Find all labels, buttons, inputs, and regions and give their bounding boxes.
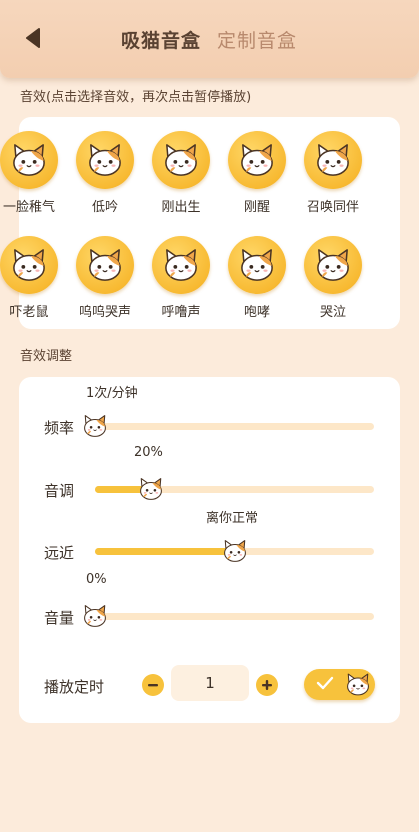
sound-effect-avatar [0, 236, 58, 294]
cat-face-icon [223, 540, 246, 562]
cat-face-icon [317, 144, 349, 176]
frequency-slider[interactable] [84, 415, 374, 437]
sound-effect-avatar [228, 131, 286, 189]
cat-face-icon [241, 249, 273, 281]
sound-effects-title: 音效(点击选择音效，再次点击暂停播放) [20, 90, 252, 105]
volume-value: 0% [86, 572, 107, 587]
sound-effect-avatar [228, 236, 286, 294]
sound-effect-button[interactable]: 刚出生 [143, 131, 219, 215]
sound-effect-button[interactable]: 哭泣 [295, 236, 371, 320]
tab-cat-sound-box[interactable]: 吸猫音盒 [121, 28, 201, 54]
timer-minus-button[interactable] [142, 674, 164, 696]
cat-face-icon [241, 144, 273, 176]
sound-effect-avatar [152, 131, 210, 189]
sound-effect-button[interactable]: 刚醒 [219, 131, 295, 215]
pitch-label: 音调 [44, 482, 75, 500]
distance-slider[interactable] [95, 540, 374, 562]
sound-effect-button[interactable]: 呼噜声 [143, 236, 219, 320]
cat-face-icon [165, 249, 197, 281]
cat-face-icon [89, 249, 121, 281]
sound-effect-label: 刚醒 [243, 200, 270, 215]
timer-plus-button[interactable] [256, 674, 278, 696]
sound-effect-label: 召唤同伴 [306, 200, 359, 215]
cat-face-icon [13, 144, 45, 176]
volume-slider-thumb[interactable] [82, 604, 108, 628]
sound-effect-label: 吓老鼠 [9, 305, 49, 320]
sound-effect-button[interactable]: 召唤同伴 [295, 131, 371, 215]
sound-effect-button[interactable]: 吓老鼠 [0, 236, 67, 320]
frequency-value: 1次/分钟 [86, 386, 138, 401]
cat-face-icon [139, 478, 162, 500]
sound-effect-label: 呼噜声 [161, 305, 201, 320]
frequency-slider-thumb[interactable] [82, 414, 108, 438]
cat-face-icon [84, 415, 106, 437]
distance-slider-fill [95, 548, 235, 555]
sound-effect-avatar [304, 236, 362, 294]
sound-effect-button[interactable]: 一脸稚气 [0, 131, 67, 215]
back-button[interactable] [22, 26, 44, 50]
distance-value: 离你正常 [206, 511, 259, 526]
sound-effect-button[interactable]: 咆哮 [219, 236, 295, 320]
cat-face-icon [347, 673, 369, 696]
sound-effect-avatar [76, 131, 134, 189]
distance-slider-thumb[interactable] [222, 539, 248, 563]
cat-face-icon [165, 144, 197, 176]
sound-effect-label: 刚出生 [161, 200, 201, 215]
sound-effect-label: 咆哮 [243, 305, 270, 320]
pitch-slider-thumb[interactable] [138, 477, 164, 501]
cat-face-icon [13, 249, 45, 281]
cat-face-icon [317, 249, 349, 281]
tab-custom-sound-box[interactable]: 定制音盒 [217, 28, 297, 54]
sound-effect-label: 哭泣 [319, 305, 346, 320]
sound-effect-button[interactable]: 低吟 [67, 131, 143, 215]
frequency-label: 频率 [44, 419, 75, 437]
distance-label: 远近 [44, 544, 75, 562]
minus-icon [148, 684, 158, 687]
top-bar: 吸猫音盒 定制音盒 [0, 0, 419, 78]
sound-effect-button[interactable]: 呜呜哭声 [67, 236, 143, 320]
timer-label: 播放定时 [44, 678, 105, 696]
sound-effects-card: 一脸稚气 低吟 刚出生 刚醒 召唤同伴 吓老鼠 呜呜哭声 呼噜声 咆哮 哭泣 [0, 117, 400, 329]
sound-effect-avatar [0, 131, 58, 189]
cat-face-icon [84, 605, 106, 627]
timer-toggle[interactable] [304, 669, 375, 700]
pitch-value: 20% [134, 445, 163, 460]
sound-effect-label: 低吟 [91, 200, 118, 215]
sound-effect-avatar [152, 236, 210, 294]
sound-effect-avatar [304, 131, 362, 189]
sound-effect-avatar [76, 236, 134, 294]
sound-effect-label: 一脸稚气 [2, 200, 55, 215]
adjustments-title: 音效调整 [20, 349, 73, 364]
timer-toggle-knob[interactable] [345, 672, 371, 697]
timer-value[interactable]: 1 [171, 665, 249, 701]
plus-icon [262, 680, 272, 690]
triangle-left-icon [26, 28, 40, 48]
cat-face-icon [89, 144, 121, 176]
sound-effect-label: 呜呜哭声 [78, 305, 131, 320]
check-icon [316, 676, 334, 690]
volume-slider[interactable] [84, 605, 374, 627]
volume-label: 音量 [44, 609, 75, 627]
pitch-slider[interactable] [95, 478, 374, 500]
